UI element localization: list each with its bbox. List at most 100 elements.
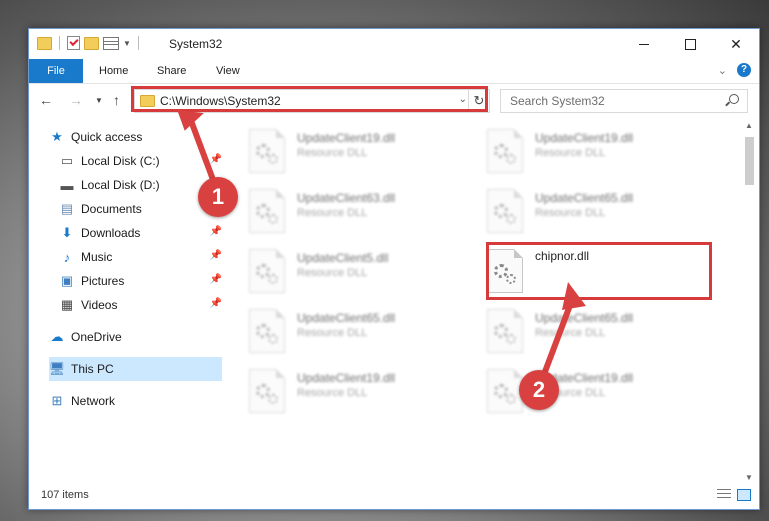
rename-icon[interactable]: [103, 36, 119, 50]
properties-check-icon[interactable]: [67, 36, 80, 50]
file-type: Resource DLL: [297, 327, 368, 339]
address-highlight-box: [131, 86, 488, 112]
customize-dropdown-icon[interactable]: ▼: [123, 39, 131, 48]
file-type: Resource DLL: [297, 267, 368, 279]
sidebar-item-label: Pictures: [81, 274, 125, 288]
up-arrow-icon[interactable]: ↑: [113, 92, 120, 108]
close-icon: ✕: [730, 35, 742, 52]
close-button[interactable]: ✕: [713, 29, 759, 59]
minimize-icon: [639, 43, 649, 45]
pictures-icon: ▣: [60, 273, 74, 288]
dll-file-icon: [249, 249, 285, 293]
pin-icon: 📌: [209, 274, 222, 285]
list-item[interactable]: UpdateClient65.dll Resource DLL: [239, 303, 469, 355]
view-toggle: [717, 489, 751, 501]
file-highlight-box: [486, 242, 712, 300]
sidebar-item-label: Music: [81, 250, 113, 264]
step-1-marker: 1: [198, 177, 238, 217]
sidebar-item-label: Network: [71, 394, 116, 408]
sidebar-item-videos[interactable]: ▦ Videos 📌: [59, 293, 222, 317]
maximize-icon: [684, 38, 696, 50]
list-item[interactable]: UpdateClient65.dll Resource DLL: [477, 183, 707, 235]
file-type: Resource DLL: [297, 207, 368, 219]
sidebar-item-label: Documents: [81, 202, 142, 216]
dll-file-icon: [487, 189, 523, 233]
search-box[interactable]: Search System32: [500, 89, 748, 113]
list-item[interactable]: UpdateClient19.dll Resource DLL: [239, 123, 469, 175]
list-item[interactable]: UpdateClient65.dll Resource DLL: [477, 303, 707, 355]
drive-icon: ▬: [60, 177, 74, 193]
tab-view[interactable]: View: [216, 59, 240, 83]
tab-file[interactable]: File: [29, 59, 83, 83]
new-folder-icon[interactable]: [84, 36, 99, 50]
list-item[interactable]: UpdateClient19.dll Resource DLL: [239, 363, 469, 415]
computer-icon: 🖥: [48, 361, 66, 376]
sidebar-item-network[interactable]: ⊞ Network: [49, 389, 222, 413]
search-input[interactable]: Search System32: [510, 94, 605, 108]
file-type: Resource DLL: [297, 387, 368, 399]
file-name: UpdateClient65.dll: [535, 191, 634, 205]
sidebar-item-local-disk-c[interactable]: ▭ Local Disk (C:) 📌: [59, 149, 222, 173]
pin-icon: 📌: [209, 298, 222, 309]
sidebar-item-onedrive[interactable]: ☁ OneDrive: [49, 325, 222, 349]
details-view-icon[interactable]: [717, 489, 731, 499]
navigation-bar: ← → ▼ ↑ C:\Windows\System32 ⌄ ↻ Search S…: [29, 83, 759, 117]
search-icon[interactable]: [729, 94, 739, 104]
list-item[interactable]: UpdateClient5.dll Resource DLL: [239, 243, 469, 295]
file-name: UpdateClient63.dll: [297, 191, 396, 205]
window-title: System32: [169, 37, 223, 51]
back-arrow-icon[interactable]: ←: [39, 92, 53, 108]
sidebar-item-pictures[interactable]: ▣ Pictures 📌: [59, 269, 222, 293]
file-type: Resource DLL: [535, 207, 606, 219]
music-icon: ♪: [63, 249, 71, 265]
item-count: 107 items: [41, 489, 89, 501]
toolbar-divider: [137, 36, 139, 50]
sidebar-item-label: Quick access: [71, 130, 143, 144]
sidebar-item-label: OneDrive: [71, 330, 122, 344]
tab-share[interactable]: Share: [157, 59, 186, 83]
vertical-scrollbar[interactable]: ▲ ▼: [742, 121, 756, 485]
large-icons-view-icon[interactable]: [737, 489, 751, 501]
sidebar-item-label: Local Disk (D:): [81, 178, 160, 192]
file-name: UpdateClient65.dll: [535, 311, 634, 325]
scroll-thumb[interactable]: [745, 137, 754, 185]
scroll-down-icon[interactable]: ▼: [742, 473, 756, 485]
dll-file-icon: [487, 309, 523, 353]
folder-icon[interactable]: [37, 36, 52, 50]
help-icon[interactable]: ?: [737, 63, 751, 77]
sidebar-item-label: Videos: [81, 298, 118, 312]
expand-ribbon-icon[interactable]: ⌄: [718, 64, 727, 77]
file-type: Resource DLL: [535, 147, 606, 159]
sidebar-item-this-pc[interactable]: 🖥 This PC: [49, 357, 222, 381]
navigation-pane: ★ Quick access ▭ Local Disk (C:) 📌 ▬ Loc…: [29, 121, 222, 481]
ribbon-right-controls: ⌄ ?: [718, 63, 751, 77]
file-name: UpdateClient65.dll: [297, 311, 396, 325]
list-item[interactable]: UpdateClient63.dll Resource DLL: [239, 183, 469, 235]
dll-file-icon: [249, 369, 285, 413]
toolbar-divider: [59, 36, 60, 50]
list-item[interactable]: UpdateClient19.dll Resource DLL: [477, 363, 707, 415]
drive-icon: ▭: [60, 153, 74, 168]
videos-icon: ▦: [60, 297, 74, 312]
file-name: UpdateClient19.dll: [535, 131, 634, 145]
minimize-button[interactable]: [621, 29, 667, 59]
sidebar-item-downloads[interactable]: ⬇ Downloads 📌: [59, 221, 222, 245]
sidebar-item-music[interactable]: ♪ Music 📌: [59, 245, 222, 269]
dll-file-icon: [249, 309, 285, 353]
file-name: UpdateClient19.dll: [297, 131, 396, 145]
file-type: Resource DLL: [297, 147, 368, 159]
recent-locations-icon[interactable]: ▼: [95, 96, 103, 105]
sidebar-item-label: Downloads: [81, 226, 141, 240]
scroll-up-icon[interactable]: ▲: [742, 121, 756, 133]
maximize-button[interactable]: [667, 29, 713, 59]
sidebar-item-label: Local Disk (C:): [81, 154, 160, 168]
tab-home[interactable]: Home: [99, 59, 128, 83]
list-item[interactable]: UpdateClient19.dll Resource DLL: [477, 123, 707, 175]
forward-arrow-icon[interactable]: →: [69, 92, 83, 108]
network-icon: ⊞: [51, 393, 63, 408]
step-2-marker: 2: [519, 370, 559, 410]
cloud-icon: ☁: [50, 329, 64, 344]
file-name: UpdateClient19.dll: [297, 371, 396, 385]
sidebar-item-quick-access[interactable]: ★ Quick access: [49, 125, 222, 149]
pin-icon: 📌: [209, 226, 222, 237]
